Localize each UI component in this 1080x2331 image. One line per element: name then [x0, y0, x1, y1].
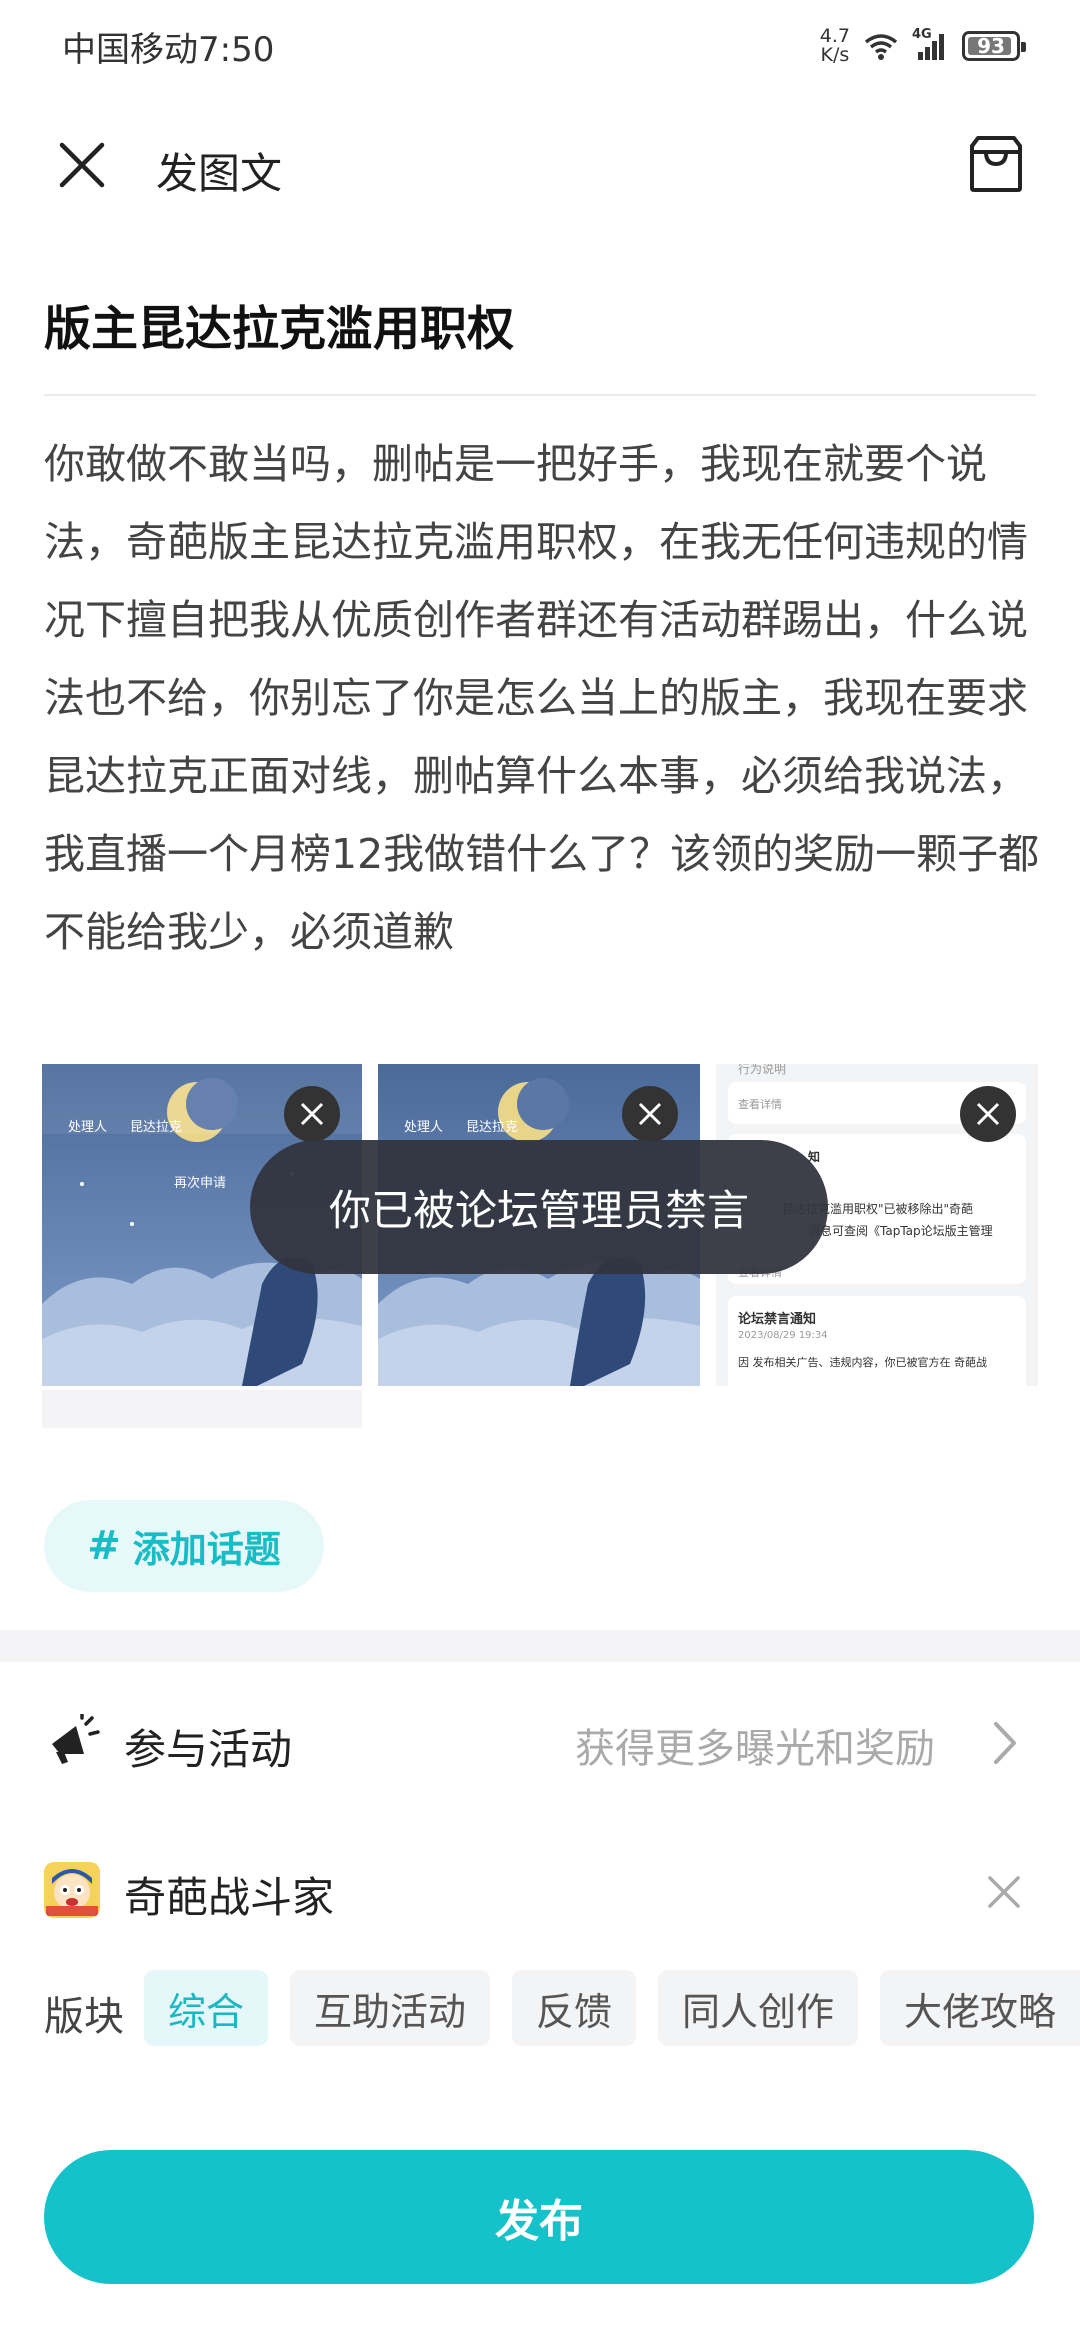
- hash-icon: #: [87, 1523, 121, 1569]
- remove-image-button[interactable]: [622, 1086, 678, 1142]
- close-icon[interactable]: [52, 135, 112, 195]
- section-tag[interactable]: 互助活动: [290, 1970, 490, 2046]
- post-body-input[interactable]: 你敢做不敢当吗，删帖是一把好手，我现在就要个说法，奇葩版主昆达拉克滥用职权，在我…: [44, 425, 1040, 971]
- add-topic-button[interactable]: # 添加话题: [44, 1500, 324, 1592]
- title-divider: [44, 394, 1036, 396]
- activity-label: 参与活动: [124, 1725, 293, 1774]
- carrier-time: 中国移动7:50: [62, 30, 275, 70]
- toast-message: 你已被论坛管理员禁言: [250, 1140, 828, 1274]
- post-title-input[interactable]: 版主昆达拉克滥用职权: [44, 290, 514, 359]
- chevron-right-icon: [994, 1722, 1016, 1764]
- megaphone-icon: [52, 1714, 100, 1764]
- status-bar: 中国移动7:50 4.7 K/s 4G 93: [0, 0, 1080, 90]
- battery-icon: 93: [962, 31, 1026, 61]
- net-speed: 4.7 K/s: [819, 25, 850, 66]
- section-divider: [0, 1630, 1080, 1662]
- game-row[interactable]: 奇葩战斗家: [0, 1850, 1080, 1934]
- image-scroll-track: [42, 1390, 362, 1428]
- remove-image-button[interactable]: [284, 1086, 340, 1142]
- drafts-box-icon[interactable]: [964, 132, 1028, 196]
- activity-hint: 获得更多曝光和奖励: [575, 1726, 935, 1772]
- section-selector: 版块 综合 互助活动 反馈 同人创作 大佬攻略: [0, 1970, 1080, 2046]
- close-icon[interactable]: [984, 1872, 1024, 1912]
- wifi-icon: [864, 34, 898, 60]
- status-icons: 4.7 K/s 4G 93: [819, 22, 1026, 70]
- publish-button[interactable]: 发布: [44, 2150, 1034, 2284]
- top-bar: 发图文: [0, 120, 1080, 210]
- section-tag[interactable]: 大佬攻略: [880, 1970, 1080, 2046]
- page-title: 发图文: [156, 149, 283, 198]
- section-tag[interactable]: 反馈: [512, 1970, 636, 2046]
- game-avatar: [44, 1862, 100, 1918]
- remove-image-button[interactable]: [960, 1086, 1016, 1142]
- cellular-signal-icon: 4G: [912, 27, 948, 61]
- section-label: 版块: [44, 1994, 124, 2040]
- section-tag[interactable]: 综合: [144, 1970, 268, 2046]
- close-icon: [300, 1102, 324, 1126]
- section-tag[interactable]: 同人创作: [658, 1970, 858, 2046]
- close-icon: [638, 1102, 662, 1126]
- close-icon: [976, 1102, 1000, 1126]
- game-name: 奇葩战斗家: [124, 1873, 335, 1922]
- join-activity-row[interactable]: 参与活动 获得更多曝光和奖励: [0, 1700, 1080, 1784]
- add-topic-label: 添加话题: [132, 1528, 281, 1571]
